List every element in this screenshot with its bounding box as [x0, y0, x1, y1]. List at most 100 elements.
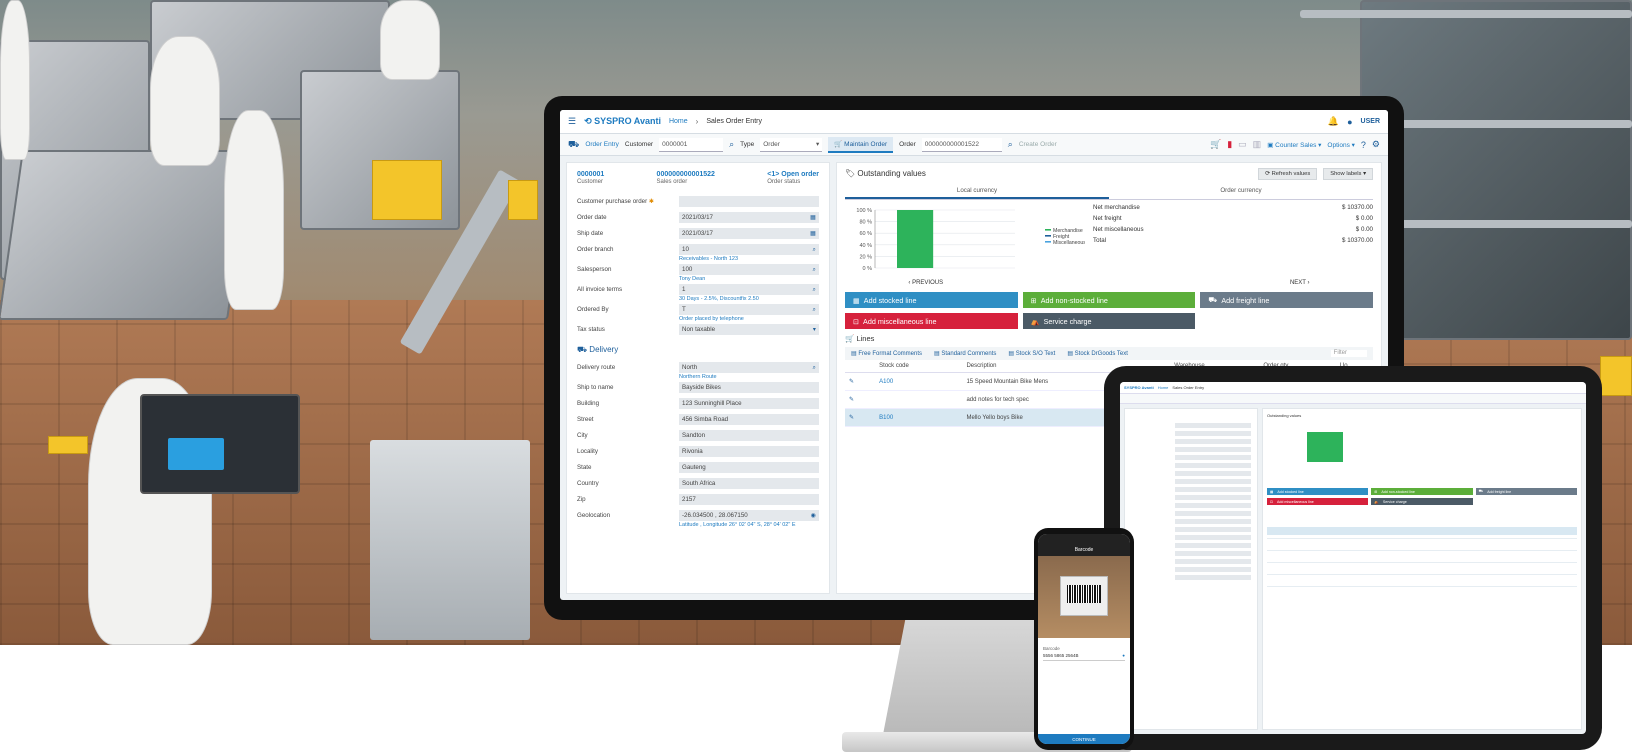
- search-icon[interactable]: ⌕: [729, 139, 734, 150]
- input-ship-date[interactable]: 2021/03/17 ▦: [679, 228, 819, 239]
- next-button[interactable]: NEXT ›: [1290, 280, 1310, 286]
- calendar-icon[interactable]: ▦: [810, 214, 816, 221]
- tab-label-stock-drgoods-text: Stock DrGoods Text: [1074, 351, 1128, 357]
- input-all-invoice-terms[interactable]: 1 ⌕: [679, 284, 819, 295]
- add-stocked-line-button[interactable]: ▦ Add stocked line: [845, 292, 1018, 308]
- input-order-date[interactable]: 2021/03/17 ▦: [679, 212, 819, 223]
- counter-sales-menu[interactable]: ▣ Counter Sales ▾: [1267, 141, 1321, 149]
- input-zip[interactable]: 2157: [679, 494, 819, 505]
- comment-icon: ▤: [1067, 351, 1075, 357]
- refresh-values-button[interactable]: ⟳ Refresh values: [1258, 168, 1318, 180]
- cell-stock-code[interactable]: A100: [875, 372, 963, 391]
- stats-icon[interactable]: ▥: [1253, 139, 1262, 150]
- field-hint-salesperson: Tony Dean: [679, 276, 706, 282]
- show-labels-button[interactable]: Show labels ▾: [1323, 168, 1373, 180]
- gear-icon[interactable]: ⚙: [1372, 139, 1380, 150]
- input-locality[interactable]: Rivonia: [679, 446, 819, 457]
- calendar-icon[interactable]: ▦: [810, 230, 816, 237]
- pencil-icon[interactable]: ✎: [849, 397, 854, 403]
- order-status-summary: <1> Open order Order status: [767, 171, 819, 185]
- create-order-button[interactable]: Create Order: [1019, 141, 1057, 148]
- cell-stock-code[interactable]: B100: [875, 408, 963, 427]
- input-geolocation[interactable]: -26.034500 , 28.067150 ◉: [679, 510, 819, 521]
- order-input[interactable]: 000000000001522: [921, 137, 1002, 152]
- pencil-icon[interactable]: ✎: [849, 415, 854, 421]
- y-tick-label: 60 %: [859, 231, 872, 237]
- field-label-zip: Zip: [577, 496, 586, 503]
- filter-input[interactable]: Filter: [1330, 350, 1367, 357]
- counter-sales-label: Counter Sales: [1275, 141, 1317, 149]
- column-edit: [845, 360, 876, 373]
- field-label-state: State: [577, 464, 592, 471]
- service-charge-button[interactable]: ⛺ Service charge: [1371, 498, 1473, 505]
- customer-summary-value[interactable]: 0000001: [577, 171, 604, 178]
- search-icon[interactable]: ⌕: [813, 306, 816, 314]
- input-city[interactable]: Sandton: [679, 430, 819, 441]
- delete-icon[interactable]: ▮: [1227, 139, 1232, 150]
- customer-input[interactable]: 0000001: [659, 137, 724, 152]
- cell-stock-code[interactable]: [875, 390, 963, 409]
- app-topbar: ☰ ⟲ SYSPRO Avanti Home › Sales Order Ent…: [560, 110, 1388, 134]
- order-entry-menu[interactable]: Order Entry: [585, 141, 619, 148]
- phone-continue-button[interactable]: CONTINUE: [1038, 734, 1130, 744]
- add-non-stocked-line-button[interactable]: ⊞ Add non-stocked line: [1022, 292, 1196, 308]
- tab-free-format-comments[interactable]: ▤ Free Format Comments: [851, 350, 922, 357]
- input-tax-status[interactable]: Non taxable ▾: [679, 324, 819, 335]
- search-icon[interactable]: ⌕: [813, 266, 816, 274]
- add-miscellaneous-line-button[interactable]: ⊡ Add miscellaneous line: [1267, 498, 1369, 505]
- input-building[interactable]: 123 Sunninghill Place: [679, 398, 819, 409]
- field-label-ship-date: Ship date: [577, 230, 604, 237]
- input-value-order-date: 2021/03/17: [682, 214, 713, 221]
- location-pin-icon[interactable]: ◉: [811, 512, 816, 519]
- search-icon[interactable]: ⌕: [813, 246, 816, 254]
- add-miscellaneous-line-button[interactable]: ⊡ Add miscellaneous line: [845, 313, 1018, 329]
- input-state[interactable]: Gauteng: [679, 462, 819, 473]
- field-label-street: Street: [577, 416, 594, 423]
- options-menu[interactable]: Options ▾: [1327, 141, 1354, 149]
- shopping-cart-icon[interactable]: 🛒: [1210, 139, 1221, 150]
- maintain-order-tab[interactable]: 🛒 Maintain Order: [828, 136, 894, 153]
- help-icon[interactable]: ?: [1361, 140, 1366, 150]
- input-order-branch[interactable]: 10 ⌕: [679, 244, 819, 255]
- search-icon[interactable]: ⌕: [813, 286, 816, 294]
- input-delivery-route[interactable]: North ⌕: [679, 362, 819, 373]
- add-freight-line-button[interactable]: ⛟ Add freight line: [1475, 488, 1577, 495]
- brand-logo[interactable]: ⟲ SYSPRO Avanti: [584, 116, 661, 127]
- input-customer-purchase-order[interactable]: [679, 196, 819, 207]
- input-country[interactable]: South Africa: [679, 478, 819, 489]
- add-non-stocked-line-button[interactable]: ⊞ Add non-stocked line: [1371, 488, 1473, 495]
- tab-stock-s-o-text[interactable]: ▤ Stock S/O Text: [1008, 350, 1055, 357]
- total-row-net-freight: Net freight $ 0.00: [1093, 215, 1373, 222]
- cart-filter-icon: ⛟: [568, 138, 580, 149]
- input-value-ship-date: 2021/03/17: [682, 230, 713, 237]
- user-menu[interactable]: USER: [1361, 118, 1380, 125]
- scan-icon[interactable]: ●: [1122, 653, 1125, 658]
- service-charge-button[interactable]: ⛺ Service charge: [1022, 313, 1196, 329]
- tablet-outstanding-title: Outstanding values: [1267, 413, 1302, 418]
- tab-standard-comments[interactable]: ▤ Standard Comments: [934, 350, 996, 357]
- caret-down-icon[interactable]: ▾: [813, 326, 816, 333]
- previous-button[interactable]: ‹ PREVIOUS: [908, 280, 943, 286]
- input-ship-to-name[interactable]: Bayside Bikes: [679, 382, 819, 393]
- pencil-icon[interactable]: ✎: [849, 379, 854, 385]
- input-salesperson[interactable]: 100 ⌕: [679, 264, 819, 275]
- tablet-action-buttons: ▦ Add stocked line ⊞ Add non-stocked line ⛟ A…: [1267, 488, 1577, 505]
- tab-local-currency[interactable]: Local currency: [845, 184, 1109, 199]
- briefcase-icon: ▣: [1267, 141, 1276, 149]
- search-icon[interactable]: ⌕: [1008, 139, 1013, 150]
- phone-barcode-field[interactable]: 5556 5865 2564B ●: [1043, 651, 1125, 661]
- document-icon[interactable]: ▭: [1238, 139, 1247, 150]
- add-stocked-line-button[interactable]: ▦ Add stocked line: [1267, 488, 1369, 495]
- user-avatar-icon[interactable]: ●: [1347, 117, 1352, 127]
- hamburger-menu-icon[interactable]: ☰: [568, 116, 576, 127]
- notification-bell-icon[interactable]: 🔔: [1328, 116, 1339, 127]
- search-icon[interactable]: ⌕: [813, 364, 816, 372]
- add-freight-line-button[interactable]: ⛟ Add freight line: [1200, 292, 1373, 308]
- input-street[interactable]: 456 Simba Road: [679, 414, 819, 425]
- add-miscellaneous-line-label: Add miscellaneous line: [863, 316, 937, 326]
- tab-stock-drgoods-text[interactable]: ▤ Stock DrGoods Text: [1067, 350, 1128, 357]
- breadcrumb-home[interactable]: Home: [669, 118, 688, 125]
- tab-order-currency[interactable]: Order currency: [1109, 184, 1373, 199]
- input-ordered-by[interactable]: T ⌕: [679, 304, 819, 315]
- type-select[interactable]: Order ▾: [760, 137, 823, 152]
